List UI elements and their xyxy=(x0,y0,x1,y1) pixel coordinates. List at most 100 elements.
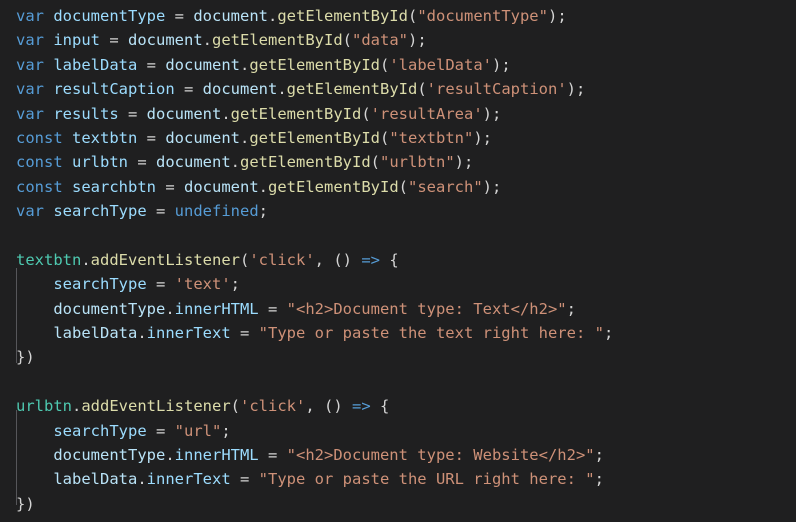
code-line[interactable] xyxy=(0,370,796,394)
code-token: = xyxy=(100,31,129,50)
code-token: "textbtn" xyxy=(389,128,474,147)
code-token: var xyxy=(16,104,44,123)
code-line[interactable] xyxy=(0,224,796,248)
code-line[interactable]: var labelData = document.getElementById(… xyxy=(0,53,796,77)
code-token: 'click' xyxy=(240,397,306,416)
code-line[interactable]: const searchbtn = document.getElementByI… xyxy=(0,175,796,199)
code-token: . xyxy=(221,104,231,123)
code-token: ); xyxy=(408,31,427,50)
code-token: 'resultCaption' xyxy=(426,80,567,99)
code-token: . xyxy=(258,177,269,196)
code-token: ); xyxy=(492,55,511,74)
code-line[interactable]: const urlbtn = document.getElementById("… xyxy=(0,150,796,174)
code-token: document xyxy=(146,104,222,123)
code-token: documentType xyxy=(53,299,166,318)
code-token: ( xyxy=(398,177,409,196)
code-content[interactable]: var documentType = document.getElementBy… xyxy=(0,4,796,516)
code-line[interactable]: var results = document.getElementById('r… xyxy=(0,102,796,126)
code-line[interactable]: var searchType = undefined; xyxy=(0,199,796,223)
code-token: "url" xyxy=(174,421,222,440)
code-token: "<h2>Document type: Text</h2>" xyxy=(286,299,567,318)
code-token: document xyxy=(193,7,268,25)
code-token: , () xyxy=(314,250,362,269)
code-line[interactable]: searchType = 'text'; xyxy=(0,272,796,296)
code-token: var xyxy=(16,7,44,25)
code-token: = xyxy=(258,299,287,318)
code-token: const xyxy=(16,177,63,196)
code-line[interactable]: }) xyxy=(0,492,796,516)
code-token: . xyxy=(230,153,241,172)
code-token: ; xyxy=(566,299,576,318)
code-line[interactable]: documentType.innerHTML = "<h2>Document t… xyxy=(0,297,796,321)
code-token: ( xyxy=(380,128,390,147)
code-token: }) xyxy=(16,494,35,513)
code-token: addEventListener xyxy=(90,250,240,269)
code-token: resultCaption xyxy=(53,80,175,99)
code-token: document xyxy=(165,128,240,147)
code-token: ; xyxy=(603,324,614,343)
code-line[interactable]: urlbtn.addEventListener('click', () => { xyxy=(0,394,796,418)
code-token: ( xyxy=(239,250,250,269)
code-token: searchType xyxy=(53,421,147,440)
code-line[interactable]: labelData.innerText = "Type or paste the… xyxy=(0,467,796,491)
code-token: innerText xyxy=(146,324,231,343)
code-token: getElementById xyxy=(249,128,380,147)
code-token: = xyxy=(165,7,194,25)
code-token: documentType xyxy=(53,446,166,465)
code-token: getElementById xyxy=(268,177,399,196)
code-token: 'click' xyxy=(249,250,315,269)
code-line[interactable]: var documentType = document.getElementBy… xyxy=(0,4,796,28)
code-token: document xyxy=(165,55,240,74)
code-token: ); xyxy=(547,7,567,25)
code-token: = xyxy=(230,324,259,343)
code-line[interactable]: const textbtn = document.getElementById(… xyxy=(0,126,796,150)
code-token: input xyxy=(53,31,101,50)
code-token: = xyxy=(146,275,175,294)
code-token: searchbtn xyxy=(72,177,157,196)
code-token: => xyxy=(361,250,380,269)
code-token: ( xyxy=(230,397,240,416)
code-token: ); xyxy=(454,153,474,172)
code-token: . xyxy=(165,299,175,318)
code-line[interactable]: var input = document.getElementById("dat… xyxy=(0,28,796,52)
code-token: document xyxy=(202,80,278,99)
code-token: var xyxy=(16,202,44,221)
code-token: urlbtn xyxy=(16,397,72,416)
code-token: innerText xyxy=(146,470,231,489)
code-token: ( xyxy=(407,7,418,25)
code-token: = xyxy=(230,470,259,489)
code-token: ( xyxy=(370,153,381,172)
code-token: 'labelData' xyxy=(389,55,492,74)
code-token: = xyxy=(146,421,175,440)
code-token: 'resultArea' xyxy=(370,104,483,123)
code-editor-pane[interactable]: var documentType = document.getElementBy… xyxy=(0,0,796,522)
code-token: = xyxy=(137,128,166,147)
code-token: . xyxy=(81,250,91,269)
code-line[interactable]: }) xyxy=(0,345,796,369)
code-token: getElementById xyxy=(212,31,343,50)
code-line[interactable]: var resultCaption = document.getElementB… xyxy=(0,77,796,101)
code-token: var xyxy=(16,55,44,74)
code-token: ( xyxy=(342,31,353,50)
code-token: ; xyxy=(594,446,604,465)
code-token: document xyxy=(128,31,203,50)
code-line[interactable]: searchType = "url"; xyxy=(0,419,796,443)
code-token: ); xyxy=(482,177,502,196)
code-token: = xyxy=(146,202,175,221)
code-token: searchType xyxy=(53,275,147,294)
code-token: getElementById xyxy=(249,55,380,74)
code-line[interactable]: documentType.innerHTML = "<h2>Document t… xyxy=(0,443,796,467)
code-line[interactable]: labelData.innerText = "Type or paste the… xyxy=(0,321,796,345)
code-line[interactable]: textbtn.addEventListener('click', () => … xyxy=(0,248,796,272)
code-token: = xyxy=(156,177,185,196)
code-token: ( xyxy=(417,80,427,99)
code-token: . xyxy=(240,55,250,74)
